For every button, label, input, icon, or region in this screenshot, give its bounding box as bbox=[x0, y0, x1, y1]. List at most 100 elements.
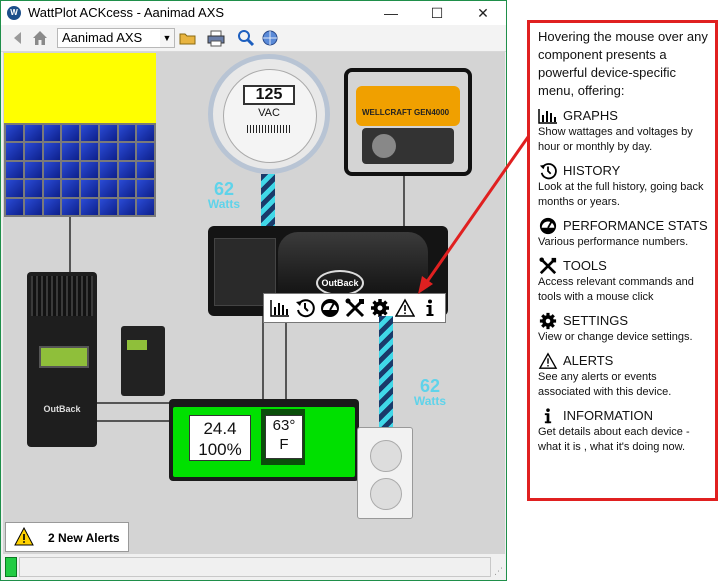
window-title: WattPlot ACKcess - Aanimad AXS bbox=[28, 5, 225, 20]
home-icon[interactable] bbox=[31, 29, 49, 47]
meter-unit: VAC bbox=[258, 107, 280, 119]
utility-meter[interactable]: 125 VAC bbox=[208, 54, 330, 174]
wire bbox=[285, 316, 287, 400]
feature-title: TOOLS bbox=[563, 258, 607, 273]
feature-description: View or change device settings. bbox=[538, 331, 693, 343]
feature-callout: Hovering the mouse over any component pr… bbox=[527, 20, 718, 501]
ac-outlet[interactable] bbox=[357, 427, 413, 519]
feature-alerts: ALERTS See any alerts or events associat… bbox=[538, 351, 709, 400]
outlet-power-unit: Watts bbox=[413, 394, 447, 408]
alerts-label: 2 New Alerts bbox=[48, 531, 120, 545]
settings-icon bbox=[539, 312, 557, 329]
meter-power-label: 62 Watts bbox=[201, 180, 247, 210]
open-folder-icon[interactable] bbox=[179, 29, 197, 47]
performance-menu-button[interactable] bbox=[318, 296, 342, 320]
history-icon bbox=[539, 162, 557, 179]
history-menu-button[interactable] bbox=[293, 296, 317, 320]
controller-logo: OutBack bbox=[43, 404, 81, 414]
feature-description: Get details about each device - what it … bbox=[538, 426, 690, 453]
print-icon[interactable] bbox=[207, 29, 225, 47]
information-icon bbox=[426, 299, 433, 316]
feature-description: Various performance numbers. bbox=[538, 236, 689, 248]
feature-title: GRAPHS bbox=[563, 108, 618, 123]
graphs-icon bbox=[538, 108, 557, 124]
feature-description: See any alerts or events associated with… bbox=[538, 371, 672, 398]
information-menu-button[interactable] bbox=[418, 296, 442, 320]
feature-description: Access relevant commands and tools with … bbox=[538, 276, 694, 303]
status-field bbox=[19, 557, 491, 577]
tools-menu-button[interactable] bbox=[343, 296, 367, 320]
controller-display bbox=[39, 346, 89, 368]
title-bar: W WattPlot ACKcess - Aanimad AXS — ☐ ✕ bbox=[1, 1, 506, 25]
feature-title: PERFORMANCE STATS bbox=[563, 218, 708, 233]
feature-information: INFORMATION Get details about each devic… bbox=[538, 406, 709, 455]
feature-title: INFORMATION bbox=[563, 408, 654, 423]
solar-panel[interactable] bbox=[4, 123, 156, 217]
alerts-icon bbox=[394, 298, 415, 317]
wire bbox=[97, 402, 175, 404]
history-icon bbox=[295, 299, 315, 318]
meter-barcode bbox=[247, 125, 291, 133]
warning-icon bbox=[14, 527, 34, 546]
feature-title: SETTINGS bbox=[563, 313, 629, 328]
back-icon[interactable] bbox=[9, 29, 27, 47]
remote-display bbox=[127, 340, 147, 350]
feature-history: HISTORY Look at the full history, going … bbox=[538, 161, 709, 210]
connection-status-indicator bbox=[5, 557, 17, 577]
outlet-cable bbox=[379, 316, 393, 428]
status-bar: ⋰ bbox=[1, 554, 506, 580]
meter-cable bbox=[261, 174, 275, 228]
generator[interactable]: WELLCRAFT GEN4000 bbox=[344, 68, 472, 176]
search-icon[interactable] bbox=[237, 29, 255, 47]
information-icon bbox=[544, 407, 552, 423]
device-hover-menu bbox=[263, 293, 446, 323]
graphs-icon bbox=[269, 300, 289, 317]
generator-tank bbox=[356, 86, 460, 126]
battery-bank[interactable]: 24.4 100% 63° F bbox=[169, 399, 359, 481]
meter-power-unit: Watts bbox=[207, 197, 241, 211]
meter-power-value: 62 bbox=[213, 179, 235, 199]
performance-icon bbox=[320, 299, 339, 317]
graphs-menu-button[interactable] bbox=[268, 296, 292, 320]
battery-readout: 24.4 100% bbox=[189, 415, 251, 461]
chevron-down-icon: ▼ bbox=[160, 29, 174, 47]
close-button[interactable]: ✕ bbox=[463, 1, 503, 25]
feature-tools: TOOLS Access relevant commands and tools… bbox=[538, 256, 709, 305]
minimize-button[interactable]: — bbox=[371, 1, 411, 25]
alerts-button[interactable]: 2 New Alerts bbox=[5, 522, 129, 552]
outlet-power-value: 62 bbox=[419, 376, 441, 396]
generator-engine bbox=[362, 128, 454, 164]
wire bbox=[403, 176, 405, 228]
battery-soc: 100% bbox=[198, 440, 242, 459]
battery-temperature: 63° F bbox=[265, 415, 303, 459]
wire bbox=[97, 420, 175, 422]
toolbar: Aanimad AXS ▼ bbox=[1, 25, 506, 52]
resize-grip-icon[interactable]: ⋰ bbox=[494, 566, 503, 577]
app-window: W WattPlot ACKcess - Aanimad AXS — ☐ ✕ A… bbox=[0, 0, 507, 581]
network-icon[interactable] bbox=[261, 29, 279, 47]
feature-settings: SETTINGS View or change device settings. bbox=[538, 311, 709, 345]
feature-performance: PERFORMANCE STATS Various performance nu… bbox=[538, 216, 709, 250]
battery-voltage: 24.4 bbox=[203, 419, 237, 438]
site-select[interactable]: Aanimad AXS ▼ bbox=[57, 28, 175, 48]
outlet-socket bbox=[370, 440, 402, 472]
wire bbox=[69, 217, 71, 275]
callout-intro: Hovering the mouse over any component pr… bbox=[538, 29, 708, 98]
tools-icon bbox=[345, 298, 364, 318]
performance-icon bbox=[539, 217, 557, 234]
outlet-power-label: 62 Watts bbox=[407, 377, 453, 407]
feature-graphs: GRAPHS Show wattages and voltages by hou… bbox=[538, 106, 709, 155]
charge-controller[interactable]: OutBack bbox=[27, 272, 97, 447]
settings-icon bbox=[370, 299, 389, 317]
alerts-menu-button[interactable] bbox=[393, 296, 417, 320]
meter-reading: 125 bbox=[243, 85, 295, 105]
battery-temp-unit: F bbox=[279, 436, 289, 453]
outlet-socket bbox=[370, 478, 402, 510]
feature-title: ALERTS bbox=[563, 353, 614, 368]
feature-description: Look at the full history, going back mon… bbox=[538, 181, 704, 208]
maximize-button[interactable]: ☐ bbox=[417, 1, 457, 25]
controller-heatsink bbox=[31, 276, 93, 316]
app-logo: W bbox=[7, 6, 21, 20]
battery-temp-value: 63° bbox=[272, 417, 296, 434]
remote-monitor[interactable] bbox=[121, 326, 165, 396]
